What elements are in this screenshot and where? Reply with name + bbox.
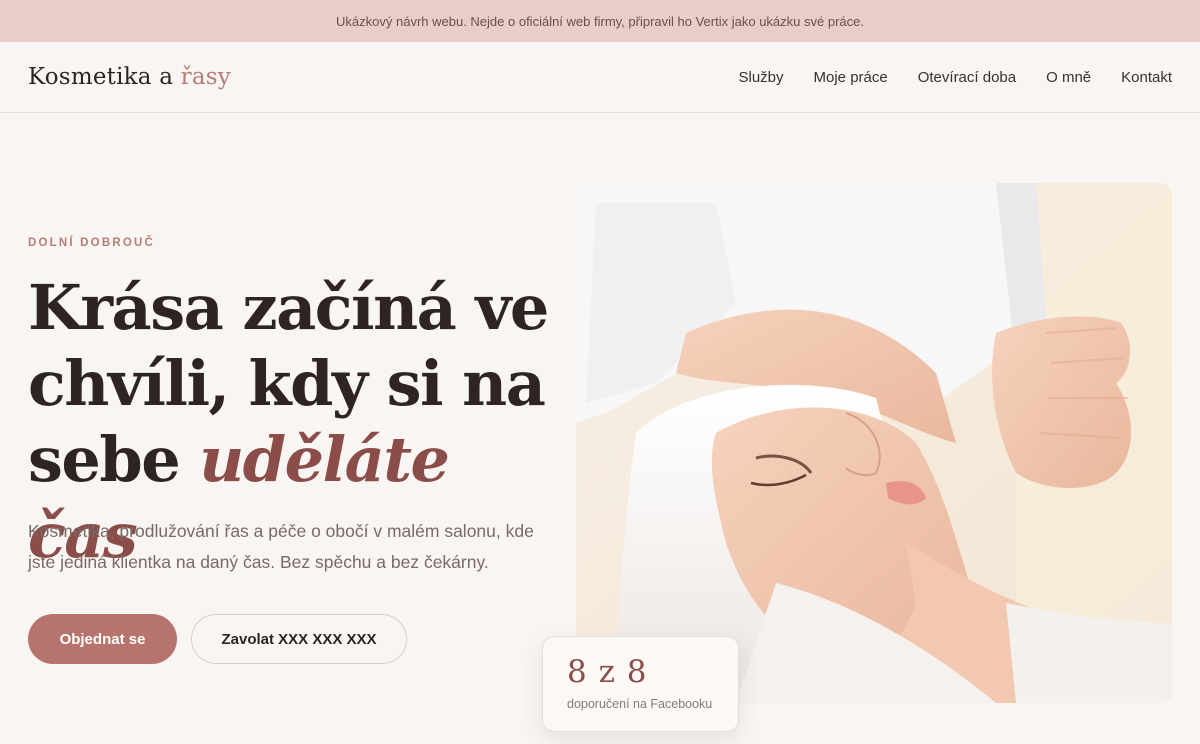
nav-link-portfolio[interactable]: Moje práce	[814, 69, 888, 86]
headline-line-2: chvíli, kdy si na	[28, 347, 546, 420]
facial-treatment-illustration	[576, 183, 1172, 703]
nav-link-about[interactable]: O mně	[1046, 69, 1091, 86]
call-button[interactable]: Zavolat XXX XXX XXX	[191, 614, 407, 664]
nav-link-services[interactable]: Služby	[738, 69, 783, 86]
logo-accent-text: řasy	[180, 64, 231, 90]
rating-value: 8 z 8	[567, 654, 648, 690]
logo-text: Kosmetika a	[28, 64, 181, 90]
headline-line-1: Krása začíná ve	[28, 271, 549, 344]
hero-description: Kosmetika, prodlužování řas a péče o obo…	[28, 521, 534, 572]
main-nav: Služby Moje práce Otevírací doba O mně K…	[738, 69, 1172, 86]
site-logo[interactable]: Kosmetika a řasy	[28, 64, 231, 90]
nav-link-contact[interactable]: Kontakt	[1121, 69, 1172, 86]
hero-location-eyebrow: DOLNÍ DOBROUČ	[28, 237, 155, 249]
book-appointment-button[interactable]: Objednat se	[28, 614, 177, 664]
demo-notice-bar: Ukázkový návrh webu. Nejde o oficiální w…	[0, 0, 1200, 42]
demo-notice-text: Ukázkový návrh webu. Nejde o oficiální w…	[336, 13, 864, 29]
nav-link-opening-hours[interactable]: Otevírací doba	[918, 69, 1016, 86]
facebook-rating-badge: 8 z 8 doporučení na Facebooku	[542, 636, 739, 732]
site-header: Kosmetika a řasy Služby Moje práce Oteví…	[0, 42, 1200, 113]
hero-photo-facial-treatment	[576, 183, 1172, 703]
rating-label: doporučení na Facebooku	[567, 697, 713, 711]
headline-line-3: sebe	[28, 423, 200, 496]
